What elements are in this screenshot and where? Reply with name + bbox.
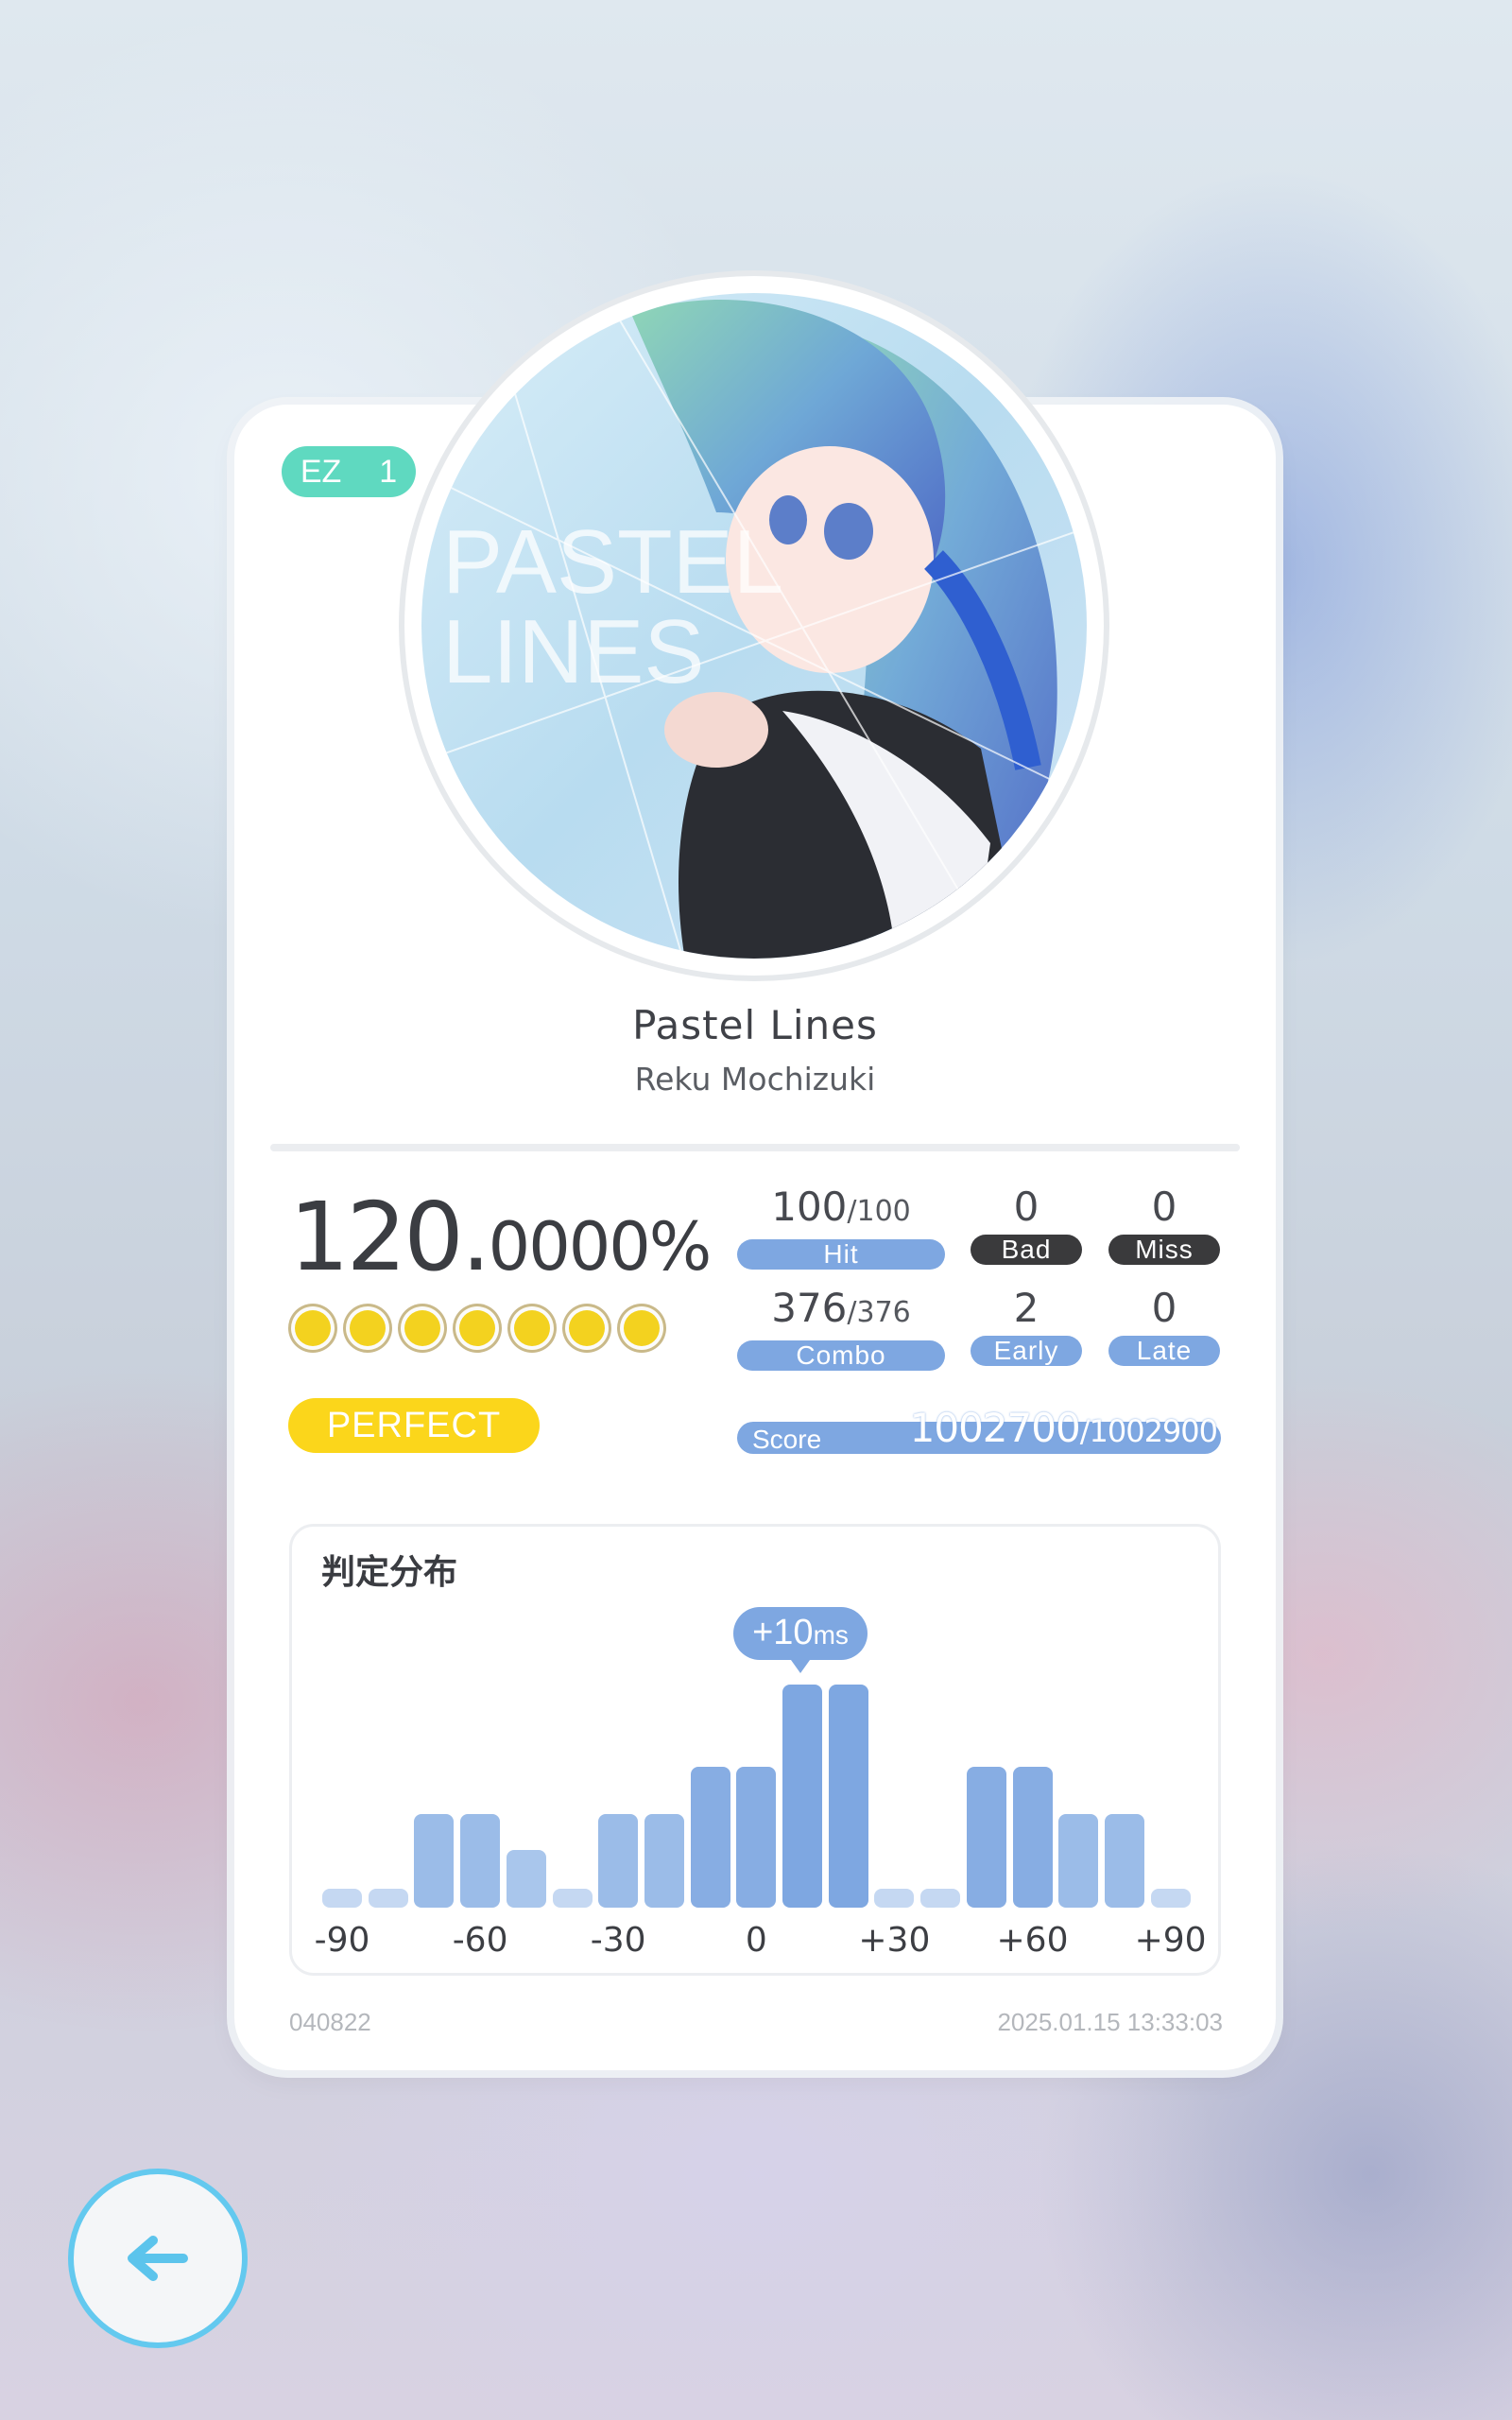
- rank-badge: PERFECT: [288, 1398, 540, 1453]
- play-id: 040822: [289, 2008, 371, 2036]
- score-bar: Score 1002700/1002900: [737, 1405, 1221, 1454]
- distribution-tick-label: 0: [745, 1921, 767, 1960]
- early-value: 2: [1013, 1285, 1040, 1331]
- hit-value: 100: [771, 1184, 848, 1230]
- accuracy-display: 120.0000%: [289, 1182, 713, 1292]
- stat-miss: 0 Miss: [1108, 1184, 1220, 1265]
- rank-circle-icon: [401, 1306, 444, 1350]
- offset-unit: ms: [813, 1620, 849, 1650]
- song-jacket: PASTEL LINES: [404, 276, 1104, 976]
- difficulty-name: EZ: [300, 453, 342, 490]
- stat-bad: 0 Bad: [971, 1184, 1082, 1265]
- jacket-title-line-1: PASTEL: [442, 511, 783, 613]
- distribution-tick-label: +30: [858, 1921, 931, 1960]
- song-artist: Reku Mochizuki: [634, 1061, 876, 1098]
- distribution-tick-label: -60: [452, 1921, 508, 1960]
- distribution-tick-label: -30: [590, 1921, 646, 1960]
- stat-early: 2 Early: [971, 1285, 1082, 1366]
- jacket-artwork: PASTEL LINES: [421, 293, 1087, 959]
- rank-circle-icon: [510, 1306, 554, 1350]
- jacket-title-line-2: LINES: [442, 601, 704, 702]
- rank-circle-icon: [620, 1306, 663, 1350]
- song-title: Pastel Lines: [632, 1002, 878, 1048]
- score-value: 1002700: [909, 1405, 1081, 1451]
- early-label: Early: [971, 1336, 1082, 1366]
- arrow-left-icon: [128, 2236, 188, 2281]
- back-button[interactable]: [68, 2169, 248, 2348]
- late-value: 0: [1151, 1285, 1177, 1331]
- bad-value: 0: [1013, 1184, 1040, 1230]
- rank-circle-icon: [565, 1306, 609, 1350]
- stat-hit: 100/100 Hit: [737, 1184, 945, 1270]
- difficulty-level: 1: [379, 453, 398, 490]
- stat-combo: 376/376 Combo: [737, 1285, 945, 1371]
- score-total: /1002900: [1079, 1413, 1218, 1449]
- rank-circle-icon: [346, 1306, 389, 1350]
- miss-label: Miss: [1108, 1235, 1220, 1265]
- accuracy-decimal: 0000%: [488, 1208, 713, 1286]
- distribution-tick-label: -90: [314, 1921, 370, 1960]
- rank-circle-icon: [291, 1306, 335, 1350]
- play-datetime: 2025.01.15 13:33:03: [997, 2008, 1223, 2036]
- hit-total: /100: [847, 1195, 911, 1228]
- distribution-tick-label: +60: [996, 1921, 1069, 1960]
- combo-value: 376: [771, 1285, 848, 1331]
- score-label: Score: [752, 1425, 822, 1454]
- difficulty-badge: EZ 1: [282, 446, 416, 497]
- combo-label: Combo: [737, 1340, 945, 1371]
- distribution-title: 判定分布: [321, 1553, 458, 1592]
- distribution-tick-label: +90: [1134, 1921, 1207, 1960]
- bad-label: Bad: [971, 1235, 1082, 1265]
- accuracy-integer: 120.: [289, 1182, 491, 1292]
- offset-value: +10: [752, 1613, 814, 1652]
- offset-bubble: +10 ms: [733, 1607, 868, 1673]
- rank-circle-icon: [455, 1306, 499, 1350]
- divider: [270, 1144, 1240, 1151]
- rank-circles: [291, 1306, 663, 1350]
- late-label: Late: [1108, 1336, 1220, 1366]
- hit-label: Hit: [737, 1239, 945, 1270]
- miss-value: 0: [1151, 1184, 1177, 1230]
- stat-late: 0 Late: [1108, 1285, 1220, 1366]
- combo-total: /376: [847, 1296, 911, 1329]
